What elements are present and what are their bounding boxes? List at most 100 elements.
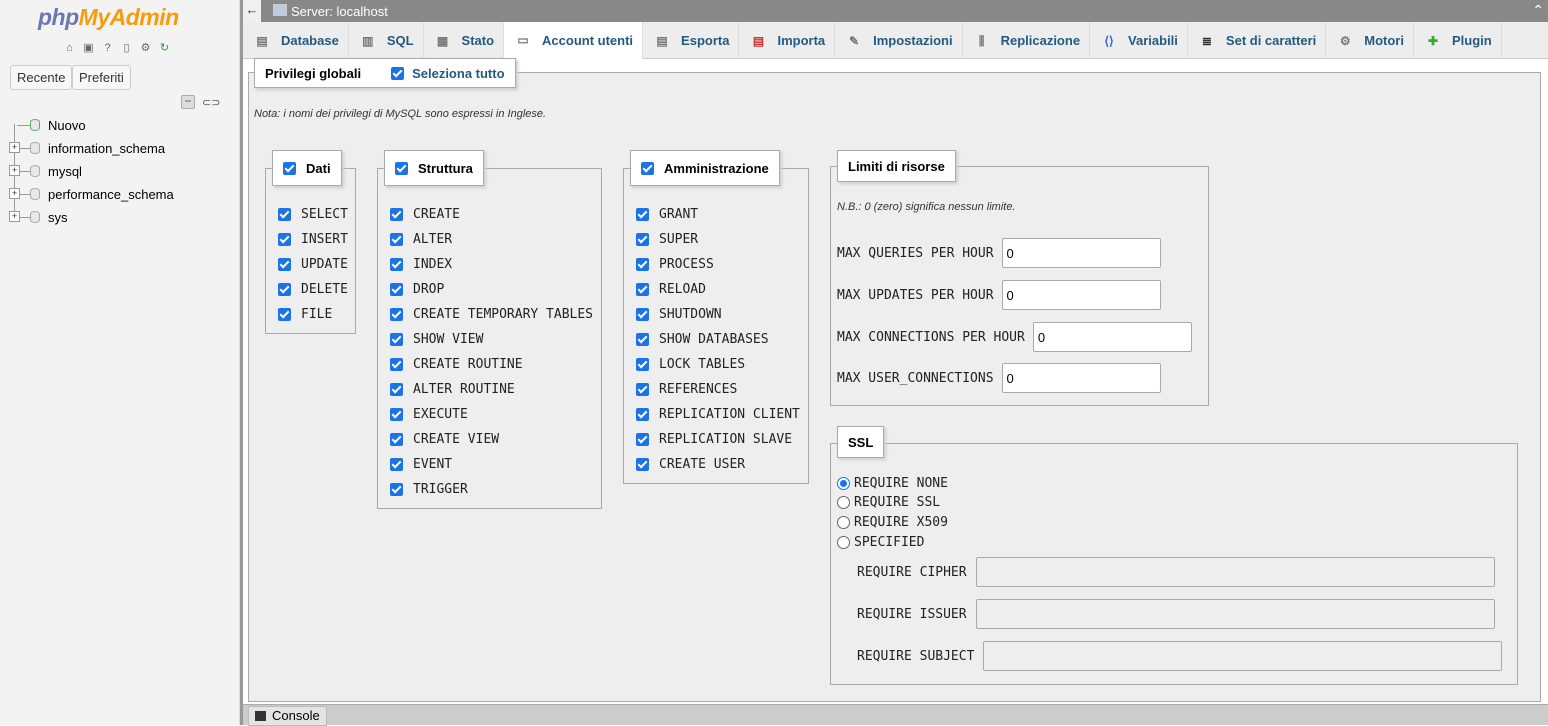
privilege-checkbox[interactable] <box>636 232 649 246</box>
tab-database[interactable]: ▤ Database <box>243 22 349 59</box>
privilege-checkbox[interactable] <box>636 432 649 446</box>
privilege-item[interactable]: REFERENCES <box>636 380 737 398</box>
privilege-item[interactable]: INDEX <box>390 255 452 273</box>
logout-icon[interactable]: ▣ <box>81 41 96 56</box>
expand-icon[interactable]: + <box>9 165 20 176</box>
privilege-item[interactable]: DELETE <box>278 280 348 298</box>
privilege-checkbox[interactable] <box>390 257 403 271</box>
privilege-item[interactable]: EXECUTE <box>390 405 468 423</box>
home-icon[interactable]: ⌂ <box>62 41 77 56</box>
ssl-option-require-x509[interactable]: REQUIRE X509 <box>837 513 948 531</box>
tab-engines[interactable]: ⚙ Motori <box>1326 22 1414 59</box>
max-connections-input[interactable] <box>1032 322 1192 352</box>
privilege-checkbox[interactable] <box>390 407 403 421</box>
max-queries-input[interactable] <box>1001 238 1161 268</box>
docs-icon[interactable]: ▯ <box>119 41 134 56</box>
ssl-option-require-none[interactable]: REQUIRE NONE <box>837 474 948 492</box>
privilege-checkbox[interactable] <box>390 357 403 371</box>
privilege-checkbox[interactable] <box>278 282 291 296</box>
privilege-checkbox[interactable] <box>390 307 403 321</box>
require-x509-radio[interactable] <box>837 515 850 529</box>
privilege-item[interactable]: LOCK TABLES <box>636 355 745 373</box>
data-group-checkbox[interactable] <box>283 161 296 175</box>
tab-charsets[interactable]: ≣ Set di caratteri <box>1188 22 1327 59</box>
collapse-top-icon[interactable]: ⌃ <box>1532 2 1544 19</box>
privilege-checkbox[interactable] <box>390 207 403 221</box>
max-updates-input[interactable] <box>1001 280 1161 310</box>
privilege-checkbox[interactable] <box>636 282 649 296</box>
collapse-all-icon[interactable]: − <box>181 95 195 109</box>
privilege-checkbox[interactable] <box>390 457 403 471</box>
privilege-checkbox[interactable] <box>390 432 403 446</box>
require-subject-input[interactable] <box>983 641 1503 671</box>
privilege-item[interactable]: REPLICATION SLAVE <box>636 430 792 448</box>
ssl-option-specified[interactable]: SPECIFIED <box>837 533 924 551</box>
privilege-checkbox[interactable] <box>390 332 403 346</box>
tab-replication[interactable]: ⫼ Replicazione <box>963 22 1091 59</box>
privilege-checkbox[interactable] <box>390 232 403 246</box>
tab-user-accounts[interactable]: ▭ Account utenti <box>504 22 644 59</box>
tab-plugins[interactable]: ✚ Plugin <box>1414 22 1502 59</box>
privilege-checkbox[interactable] <box>390 382 403 396</box>
require-issuer-input[interactable] <box>975 599 1495 629</box>
back-arrow-icon[interactable]: ← <box>243 0 261 22</box>
privilege-item[interactable]: CREATE TEMPORARY TABLES <box>390 305 593 323</box>
tree-item-database[interactable]: + mysql <box>8 162 238 185</box>
privilege-item[interactable]: CREATE ROUTINE <box>390 355 523 373</box>
max-user-connections-input[interactable] <box>1001 363 1161 393</box>
privilege-item[interactable]: GRANT <box>636 205 698 223</box>
privilege-item[interactable]: CREATE USER <box>636 455 745 473</box>
tree-item-new[interactable]: Nuovo <box>8 116 238 139</box>
tab-status[interactable]: ▦ Stato <box>424 22 505 59</box>
phpmyadmin-logo[interactable]: phpMyAdmin <box>38 4 179 31</box>
privilege-checkbox[interactable] <box>636 257 649 271</box>
privilege-item[interactable]: EVENT <box>390 455 452 473</box>
privilege-item[interactable]: ALTER ROUTINE <box>390 380 515 398</box>
privilege-checkbox[interactable] <box>636 207 649 221</box>
privilege-checkbox[interactable] <box>278 232 291 246</box>
privilege-item[interactable]: INSERT <box>278 230 348 248</box>
tab-variables[interactable]: ⟨⟩ Variabili <box>1090 22 1188 59</box>
privilege-item[interactable]: SELECT <box>278 205 348 223</box>
expand-icon[interactable]: + <box>9 211 20 222</box>
privilege-item[interactable]: CREATE VIEW <box>390 430 499 448</box>
privilege-item[interactable]: SHOW DATABASES <box>636 330 769 348</box>
privilege-checkbox[interactable] <box>278 207 291 221</box>
privilege-item[interactable]: SHOW VIEW <box>390 330 483 348</box>
ssl-option-require-ssl[interactable]: REQUIRE SSL <box>837 493 940 511</box>
privilege-item[interactable]: SHUTDOWN <box>636 305 722 323</box>
privilege-item[interactable]: RELOAD <box>636 280 706 298</box>
server-breadcrumb[interactable]: Server: localhost <box>291 4 388 19</box>
privilege-item[interactable]: REPLICATION CLIENT <box>636 405 800 423</box>
privilege-checkbox[interactable] <box>390 482 403 496</box>
favorites-button[interactable]: Preferiti <box>72 65 131 90</box>
specified-radio[interactable] <box>837 535 850 549</box>
privilege-item[interactable]: SUPER <box>636 230 698 248</box>
privilege-checkbox[interactable] <box>636 332 649 346</box>
tree-item-database[interactable]: + performance_schema <box>8 185 238 208</box>
privilege-checkbox[interactable] <box>636 457 649 471</box>
privilege-item[interactable]: DROP <box>390 280 444 298</box>
help-icon[interactable]: ? <box>100 41 115 56</box>
link-icon[interactable]: ⊂⊃ <box>202 96 220 109</box>
privilege-checkbox[interactable] <box>636 357 649 371</box>
settings-icon[interactable]: ⚙ <box>138 41 153 56</box>
privilege-item[interactable]: TRIGGER <box>390 480 468 498</box>
privilege-item[interactable]: PROCESS <box>636 255 714 273</box>
structure-group-checkbox[interactable] <box>395 161 408 175</box>
privilege-checkbox[interactable] <box>278 307 291 321</box>
panel-resizer[interactable] <box>240 0 243 725</box>
privilege-checkbox[interactable] <box>636 407 649 421</box>
require-none-radio[interactable] <box>837 476 850 490</box>
privilege-checkbox[interactable] <box>636 382 649 396</box>
select-all-checkbox[interactable] <box>391 66 405 80</box>
recent-button[interactable]: Recente <box>10 65 73 90</box>
privilege-checkbox[interactable] <box>636 307 649 321</box>
tab-settings[interactable]: ✎ Impostazioni <box>835 22 963 59</box>
console-button[interactable]: Console <box>248 706 327 726</box>
tree-item-database[interactable]: + sys <box>8 208 238 231</box>
require-ssl-radio[interactable] <box>837 495 850 509</box>
tab-import[interactable]: ▤ Importa <box>739 22 836 59</box>
reload-icon[interactable]: ↻ <box>157 41 172 56</box>
privilege-checkbox[interactable] <box>278 257 291 271</box>
